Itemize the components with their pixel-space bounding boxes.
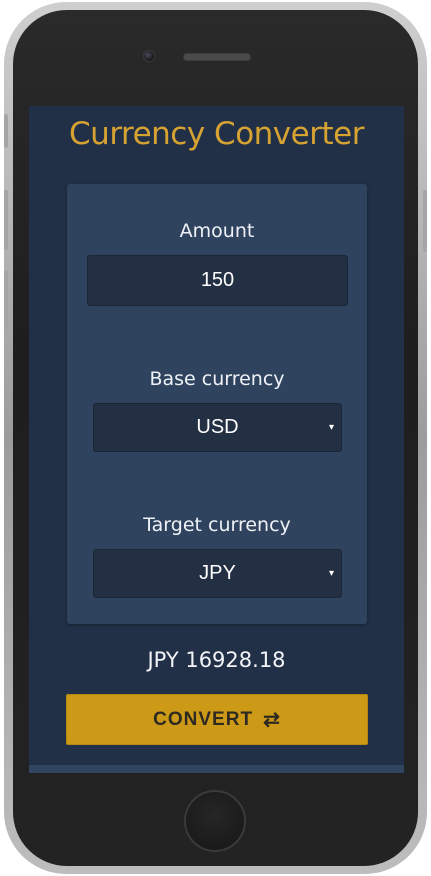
app-title: Currency Converter — [69, 116, 364, 152]
target-currency-label: Target currency — [143, 514, 291, 536]
amount-input[interactable] — [87, 255, 348, 306]
base-currency-value: USD — [196, 416, 239, 438]
converter-form-card: Amount Base currency USD ▾ Target curren… — [67, 184, 367, 624]
volume-up-button — [4, 114, 8, 148]
base-currency-label: Base currency — [149, 368, 285, 390]
amount-label: Amount — [179, 220, 255, 242]
screen-bottom-bar — [29, 765, 404, 773]
chevron-down-icon: ▾ — [328, 422, 334, 433]
speaker-grille — [183, 53, 251, 61]
convert-button[interactable]: CONVERT ⇄ — [66, 694, 368, 745]
power-button — [423, 190, 427, 252]
home-button[interactable] — [184, 790, 246, 852]
target-currency-value: JPY — [199, 562, 236, 584]
base-currency-select[interactable]: USD ▾ — [93, 403, 342, 452]
app-screen: Currency Converter Amount Base currency … — [29, 106, 404, 773]
side-button — [4, 270, 8, 330]
swap-arrows-icon: ⇄ — [263, 709, 281, 731]
chevron-down-icon: ▾ — [328, 568, 334, 579]
camera-icon — [143, 50, 155, 62]
volume-down-button — [4, 190, 8, 250]
convert-button-label: CONVERT — [153, 708, 254, 730]
target-currency-select[interactable]: JPY ▾ — [93, 549, 342, 598]
conversion-result: JPY 16928.18 — [147, 648, 286, 672]
